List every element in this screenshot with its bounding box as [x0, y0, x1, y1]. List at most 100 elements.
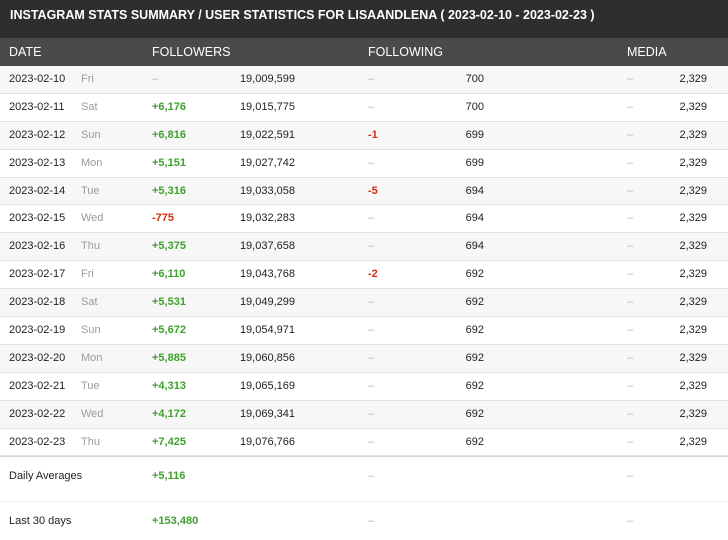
- row-following-change: –: [368, 351, 375, 364]
- row-followers-total: 19,027,742: [239, 156, 295, 169]
- row-following-total: 700: [465, 100, 484, 113]
- table-row: 2023-02-19 Sun +5,672 19,054,971 – 692 – 2,329: [0, 317, 728, 345]
- row-date: 2023-02-14: [9, 184, 66, 197]
- row-followers-change: +5,151: [152, 156, 186, 169]
- row-following-change: –: [368, 100, 375, 113]
- row-following-total: 694: [465, 212, 484, 225]
- row-following-total: 699: [465, 128, 484, 141]
- row-followers-total: 19,033,058: [239, 184, 295, 197]
- stats-table-body: 2023-02-10 Fri –19,009,599–700–2,329 2023-0…: [0, 66, 728, 457]
- column-header-followers[interactable]: FOLLOWERS: [152, 38, 231, 66]
- row-following-change: -5: [368, 184, 378, 197]
- row-weekday: Mon: [81, 156, 103, 169]
- row-followers-change: +5,316: [152, 184, 186, 197]
- column-header-following[interactable]: FOLLOWING: [368, 38, 443, 66]
- row-followers-change: +4,172: [152, 407, 186, 420]
- row-media-change: –: [627, 379, 634, 392]
- row-media-total: 2,329: [679, 435, 707, 448]
- row-followers-change: +6,176: [152, 100, 186, 113]
- row-media-change: –: [627, 184, 634, 197]
- row-date: 2023-02-23: [9, 435, 66, 448]
- row-media-change: –: [627, 128, 634, 141]
- row-media-change: –: [627, 351, 634, 364]
- table-row: 2023-02-12 Sun +6,816 19,022,591 -1 699 – 2,329: [0, 121, 728, 150]
- row-followers-change: +5,672: [152, 324, 186, 337]
- table-row: 2023-02-22 Wed +4,172 19,069,341 – 692 – 2,329: [0, 400, 728, 429]
- row-date: 2023-02-15: [9, 212, 66, 225]
- row-following-total: 699: [465, 156, 484, 169]
- row-media-change: –: [627, 100, 634, 113]
- row-following-total: 692: [465, 296, 484, 309]
- table-row: 2023-02-20 Mon +5,885 19,060,856 – 692 – 2,329: [0, 344, 728, 373]
- row-date: 2023-02-12: [9, 128, 66, 141]
- row-followers-change: -775: [152, 212, 175, 225]
- row-followers-change: +6,816: [152, 128, 186, 141]
- last-30-days-row: Last 30 days +153,480 – –: [0, 502, 728, 540]
- row-following-change: –: [368, 379, 375, 392]
- row-weekday: Fri: [81, 73, 94, 85]
- row-media-total: 2,329: [679, 100, 707, 113]
- table-row: 2023-02-16 Thu +5,375 19,037,658 – 694 – 2,329: [0, 233, 728, 262]
- row-following-change: –: [368, 156, 375, 169]
- row-following-change: –: [368, 73, 375, 85]
- row-followers-total: 19,043,768: [239, 268, 295, 281]
- row-date: 2023-02-18: [9, 296, 66, 309]
- row-following-change: –: [368, 240, 375, 253]
- column-header-date[interactable]: DATE: [9, 38, 41, 66]
- row-media-total: 2,329: [679, 268, 707, 281]
- row-following-change: -1: [368, 128, 378, 141]
- row-date: 2023-02-13: [9, 156, 66, 169]
- row-weekday: Wed: [81, 212, 104, 225]
- row-media-change: –: [627, 73, 634, 85]
- row-following-total: 692: [465, 268, 484, 281]
- row-following-total: 692: [465, 379, 484, 392]
- row-date: 2023-02-16: [9, 240, 66, 253]
- row-date: 2023-02-22: [9, 407, 66, 420]
- row-media-change: –: [627, 268, 634, 281]
- last-30-days-following-change: –: [368, 515, 375, 527]
- row-followers-change: +7,425: [152, 435, 186, 448]
- table-row: 2023-02-17 Fri +6,110 19,043,768 -2 692 – 2,329: [0, 261, 728, 290]
- row-followers-total: 19,015,775: [239, 100, 295, 113]
- row-following-total: 692: [465, 435, 484, 448]
- row-media-total: 2,329: [679, 296, 707, 309]
- row-media-total: 2,329: [679, 128, 707, 141]
- row-followers-total: 19,065,169: [239, 379, 295, 392]
- daily-averages-followers-change: +5,116: [152, 470, 186, 482]
- row-weekday: Sat: [81, 100, 98, 113]
- row-weekday: Tue: [81, 184, 100, 197]
- row-weekday: Sun: [81, 324, 101, 337]
- table-row: 2023-02-14 Tue +5,316 19,033,058 -5 694 – 2,329: [0, 177, 728, 206]
- column-header-media[interactable]: MEDIA: [627, 38, 667, 66]
- table-row: 2023-02-13 Mon +5,151 19,027,742 – 699 – 2,329: [0, 150, 728, 178]
- table-row: 2023-02-23 Thu +7,425 19,076,766 – 692 – 2,329: [0, 429, 728, 457]
- row-followers-change: +5,531: [152, 296, 186, 309]
- row-media-change: –: [627, 240, 634, 253]
- row-following-change: –: [368, 407, 375, 420]
- page-title: INSTAGRAM STATS SUMMARY / USER STATISTIC…: [0, 0, 728, 38]
- row-followers-total: 19,069,341: [239, 407, 295, 420]
- row-media-total: 2,329: [679, 240, 707, 253]
- row-weekday: Sun: [81, 128, 101, 141]
- row-media-change: –: [627, 212, 634, 225]
- row-media-total: 2,329: [679, 73, 707, 85]
- row-date: 2023-02-19: [9, 324, 66, 337]
- row-media-change: –: [627, 296, 634, 309]
- row-followers-change: +5,375: [152, 240, 186, 253]
- daily-averages-media-change: –: [627, 470, 634, 482]
- row-media-change: –: [627, 407, 634, 420]
- daily-averages-following-change: –: [368, 470, 375, 482]
- daily-averages-row: Daily Averages +5,116 – –: [0, 456, 728, 502]
- last-30-days-media-change: –: [627, 515, 634, 527]
- row-following-total: 694: [465, 240, 484, 253]
- row-media-total: 2,329: [679, 184, 707, 197]
- row-followers-change: +5,885: [152, 351, 186, 364]
- row-following-change: –: [368, 435, 375, 448]
- row-followers-total: 19,054,971: [239, 324, 295, 337]
- row-followers-total: 19,032,283: [239, 212, 295, 225]
- row-following-change: –: [368, 212, 375, 225]
- table-row: 2023-02-11 Sat +6,176 19,015,775 – 700 – 2,329: [0, 94, 728, 122]
- row-following-change: –: [368, 296, 375, 309]
- last-30-days-label: Last 30 days: [9, 515, 72, 527]
- row-weekday: Thu: [81, 435, 100, 448]
